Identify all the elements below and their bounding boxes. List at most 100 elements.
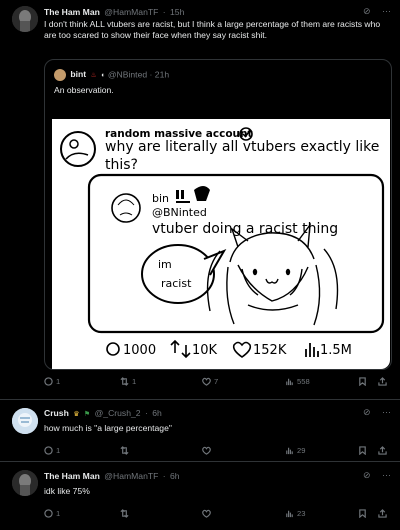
meme-inner-avatar-face <box>117 199 135 216</box>
meme-views-icon <box>305 343 319 357</box>
meme-penguin-icon <box>194 186 210 201</box>
like-button[interactable] <box>202 509 214 518</box>
bookmark-button[interactable] <box>358 446 367 455</box>
meme-vtuber-eye <box>285 268 291 276</box>
meme-inner-name: bin <box>152 192 169 205</box>
retweet-button[interactable]: 1 <box>120 377 136 386</box>
author-name[interactable]: The Ham Man <box>44 471 100 481</box>
separator-dot: · <box>144 408 148 418</box>
grok-icon[interactable]: ⊘ <box>363 6 371 16</box>
meme-vtuber-eye <box>252 268 258 276</box>
retweet-button[interactable] <box>120 509 132 518</box>
avatar[interactable] <box>12 470 38 496</box>
separator-dot: · <box>149 69 153 80</box>
reply-button[interactable]: 1 <box>44 509 60 518</box>
views-count: 558 <box>297 377 310 386</box>
meme-inner-avatar <box>111 193 141 223</box>
heart-icon <box>202 509 211 518</box>
share-button[interactable] <box>378 377 387 386</box>
more-icon[interactable]: ··· <box>382 6 391 16</box>
timestamp[interactable]: 6h <box>170 471 180 481</box>
grok-icon[interactable]: ⊘ <box>363 407 371 417</box>
views-button[interactable]: 558 <box>285 377 310 386</box>
grok-icon[interactable]: ⊘ <box>363 470 371 480</box>
quote-header: bint ♨ ◐ @NBinted · 21h <box>54 69 169 81</box>
meme-stat-likes: 152K <box>253 343 287 358</box>
avatar[interactable] <box>12 6 38 32</box>
crown-icon: ♛ <box>73 411 80 418</box>
tweet-reply[interactable]: Crush ♛ ⚑ @_Crush_2 · 6h ⊘ ··· how much … <box>0 400 400 460</box>
meme-inner-badge-bar <box>176 190 179 199</box>
views-icon <box>286 510 293 518</box>
meme-retweet-icon <box>170 339 191 359</box>
bookmark-button[interactable] <box>358 509 367 518</box>
retweet-icon <box>120 377 129 386</box>
timestamp[interactable]: 15h <box>170 7 184 17</box>
meme-stat-replies: 1000 <box>123 343 156 358</box>
author-name[interactable]: The Ham Man <box>44 7 100 17</box>
quote-avatar <box>54 69 66 81</box>
quote-timestamp[interactable]: 21h <box>155 69 169 79</box>
views-button[interactable]: 29 <box>285 446 305 455</box>
more-icon[interactable]: ··· <box>382 407 391 417</box>
quote-author-name[interactable]: bint <box>70 69 86 79</box>
bookmark-icon <box>359 377 366 386</box>
tweet-header: The Ham Man @HamManTF · 6h <box>44 471 180 481</box>
share-icon <box>378 509 387 518</box>
views-button[interactable]: 23 <box>285 509 305 518</box>
meme-stats: 1000 10K 152K 1.5M <box>106 339 352 359</box>
avatar[interactable] <box>12 408 38 434</box>
reply-button[interactable]: 1 <box>44 446 60 455</box>
meme-top-avatar-body <box>65 152 89 160</box>
like-count: 7 <box>214 377 219 386</box>
share-button[interactable] <box>378 509 387 518</box>
tweet-text: how much is "a large percentage" <box>44 423 172 433</box>
author-handle[interactable]: @HamManTF <box>104 7 158 17</box>
tweet-text: idk like 75% <box>44 486 90 496</box>
author-handle[interactable]: @_Crush_2 <box>95 408 141 418</box>
quote-author-handle[interactable]: @NBinted <box>108 69 147 79</box>
like-button[interactable] <box>202 446 214 455</box>
reply-count: 1 <box>56 446 61 455</box>
tweet-main[interactable]: The Ham Man @HamManTF · 15h ⊘ ··· I don'… <box>0 0 400 398</box>
retweet-button[interactable] <box>120 446 132 455</box>
reply-button[interactable]: 1 <box>44 377 60 386</box>
tweet-header-actions: ⊘ ··· <box>354 407 391 418</box>
meme-stat-views: 1.5M <box>320 343 352 358</box>
share-icon <box>378 377 387 386</box>
meme-image[interactable]: random massive account why are literally… <box>52 119 390 369</box>
like-button[interactable]: 7 <box>202 377 218 386</box>
bookmark-icon <box>359 446 366 455</box>
bookmark-button[interactable] <box>358 377 367 386</box>
share-button[interactable] <box>378 446 387 455</box>
tweet-reply[interactable]: The Ham Man @HamManTF · 6h ⊘ ··· idk lik… <box>0 462 400 530</box>
meme-inner-badge-bar <box>181 190 184 199</box>
author-name[interactable]: Crush <box>44 408 69 418</box>
tweet-text: I don't think ALL vtubers are racist, bu… <box>44 19 381 40</box>
tweet-header-actions: ⊘ ··· <box>354 470 391 481</box>
meme-stat-retweets: 10K <box>192 343 218 358</box>
separator-dot: · <box>162 471 166 481</box>
meme-inner-frame <box>87 173 385 334</box>
reply-count: 1 <box>56 509 61 518</box>
share-icon <box>378 446 387 455</box>
tweet-header: Crush ♛ ⚑ @_Crush_2 · 6h <box>44 408 162 418</box>
quote-text: An observation. <box>54 85 114 95</box>
heart-icon <box>202 377 211 386</box>
bookmark-icon <box>359 509 366 518</box>
more-icon[interactable]: ··· <box>382 470 391 480</box>
retweet-count: 1 <box>132 377 137 386</box>
flag-icon: ⚑ <box>83 411 91 418</box>
views-count: 23 <box>297 509 306 518</box>
tweet-header: The Ham Man @HamManTF · 15h <box>44 7 184 17</box>
tweet-actions: 1 1 7 558 <box>44 377 388 389</box>
views-count: 29 <box>297 446 306 455</box>
author-handle[interactable]: @HamManTF <box>104 471 158 481</box>
reply-icon <box>44 377 53 386</box>
tweet-actions: 1 23 <box>44 509 388 521</box>
meme-top-avatar <box>60 131 96 167</box>
meme-like-icon <box>232 341 252 358</box>
views-icon <box>286 378 293 386</box>
timestamp[interactable]: 6h <box>152 408 162 418</box>
tweet-actions: 1 29 <box>44 446 388 458</box>
